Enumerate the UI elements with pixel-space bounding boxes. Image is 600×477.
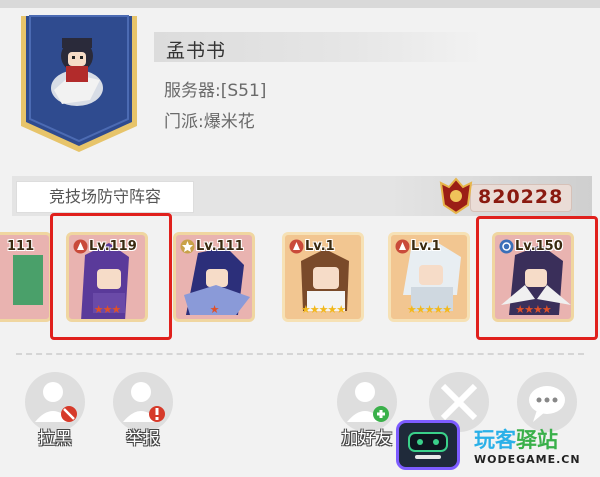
divider	[16, 353, 584, 355]
highlight-box-2	[476, 216, 598, 340]
hero-level: Lv.111	[196, 239, 244, 254]
fire-icon	[289, 239, 304, 254]
combat-power-icon	[439, 177, 473, 215]
hero-card-3[interactable]: Lv.111 ★	[173, 232, 255, 322]
hero-level: 111	[7, 239, 35, 254]
hero-stars: ★★★★★	[406, 303, 452, 316]
player-name: 孟书书	[166, 40, 227, 62]
watermark-title-b: 驿站	[516, 428, 558, 452]
add-friend-button[interactable]: 加好友	[332, 372, 402, 449]
watermark-title: 玩客驿站	[474, 424, 558, 454]
player-profile-panel: 孟书书 服务器:[S51] 门派:爆米花 竞技场防守阵容 820228 111 …	[0, 0, 600, 477]
star-badge-icon	[180, 239, 195, 254]
report-button[interactable]: 举报	[108, 372, 178, 449]
hero-stars: ★	[209, 303, 220, 316]
highlight-box-1	[50, 213, 172, 340]
watermark-title-a: 玩客	[474, 428, 516, 452]
hero-card-5[interactable]: Lv.1 ★★★★★	[388, 232, 470, 322]
chat-button[interactable]	[512, 372, 582, 432]
fire-icon	[395, 239, 410, 254]
combat-power-value: 820228	[478, 186, 564, 208]
player-avatar[interactable]	[42, 30, 112, 114]
report-label: 举报	[126, 429, 160, 449]
hero-stars: ★★★★★	[300, 303, 346, 316]
watermark-logo	[396, 420, 460, 470]
chat-bubble-icon	[517, 372, 577, 432]
server-label: 服务器:[S51]	[164, 81, 267, 101]
hero-level: Lv.1	[411, 239, 441, 254]
top-bar	[0, 0, 600, 8]
hero-card-4[interactable]: Lv.1 ★★★★★	[282, 232, 364, 322]
watermark-domain: WODEGAME.CN	[474, 453, 581, 466]
hero-card-1[interactable]: 111	[0, 232, 52, 322]
block-label: 拉黑	[38, 429, 72, 449]
faction-label: 门派:爆米花	[164, 112, 255, 132]
add-friend-label: 加好友	[341, 429, 393, 449]
block-button[interactable]: 拉黑	[20, 372, 90, 449]
add-friend-icon	[337, 372, 397, 432]
arena-defense-label: 竞技场防守阵容	[16, 181, 194, 213]
report-icon	[113, 372, 173, 432]
block-icon	[25, 372, 85, 432]
hero-level: Lv.1	[305, 239, 335, 254]
